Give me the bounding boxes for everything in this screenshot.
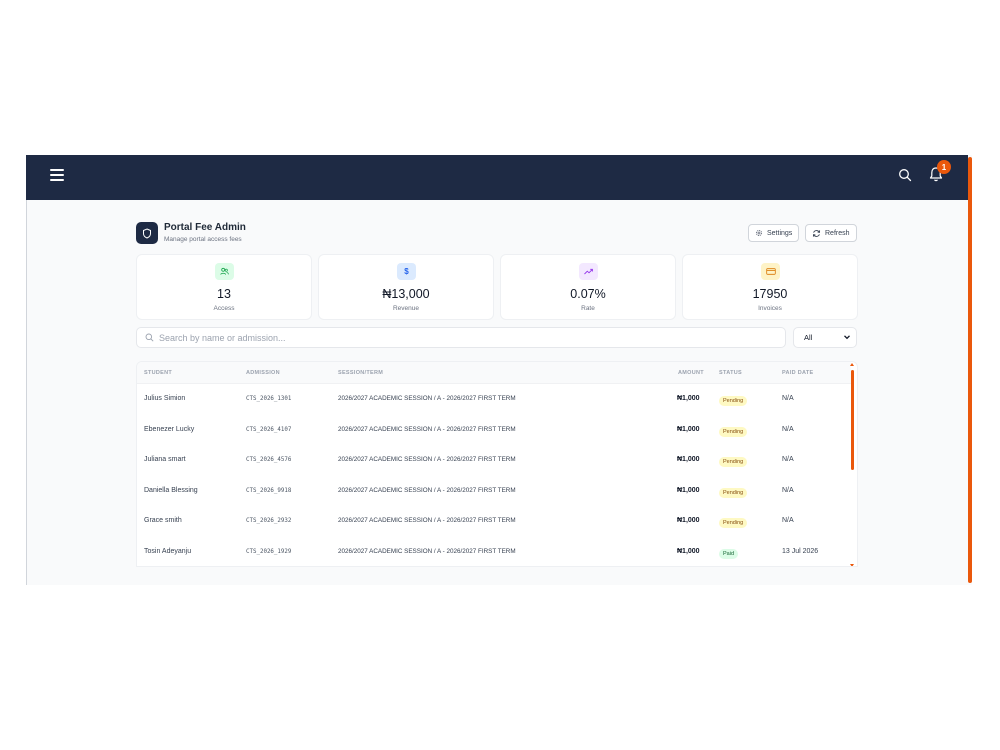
- dollar-icon: $: [397, 263, 416, 280]
- column-header-admission[interactable]: ADMISSION: [246, 370, 280, 376]
- column-header-amount[interactable]: AMOUNT: [678, 370, 704, 376]
- student-name: Julius Simion: [144, 395, 186, 402]
- shield-logo-icon: [136, 222, 158, 244]
- stat-value: 0.07%: [570, 287, 606, 301]
- column-header-status[interactable]: STATUS: [719, 370, 742, 376]
- session-term: 2026/2027 ACADEMIC SESSION / A - 2026/20…: [338, 425, 516, 433]
- student-name: Tosin Adeyanju: [144, 547, 192, 555]
- table-row[interactable]: Tosin Adeyanju CTS_2026_1929 2026/2027 A…: [137, 537, 851, 567]
- student-name: Grace smith: [144, 517, 182, 524]
- page-header: Portal Fee Admin Manage portal access fe…: [136, 220, 858, 248]
- stat-card-access: 13 Access: [136, 254, 312, 320]
- status-filter-select[interactable]: All: [793, 327, 857, 348]
- table-row[interactable]: Julius Simion CTS_2026_1301 2026/2027 AC…: [137, 384, 851, 415]
- paid-date: N/A: [782, 486, 794, 494]
- search-icon[interactable]: [898, 168, 912, 182]
- trending-up-icon: [579, 263, 598, 280]
- session-term: 2026/2027 ACADEMIC SESSION / A - 2026/20…: [338, 456, 516, 463]
- table-row[interactable]: Ebenezer Lucky CTS_2026_4107 2026/2027 A…: [137, 415, 851, 446]
- stat-card-rate: 0.07% Rate: [500, 254, 676, 320]
- admission-number: CTS_2026_1301: [246, 396, 292, 402]
- stat-label: Invoices: [758, 305, 782, 312]
- search-bar: [136, 327, 786, 348]
- status-badge: Pending: [719, 396, 748, 406]
- refresh-label: Refresh: [825, 229, 850, 237]
- amount: ₦1,000: [677, 425, 700, 433]
- column-header-paid-date[interactable]: PAID DATE: [782, 370, 814, 376]
- chevron-down-icon: [844, 335, 850, 340]
- scroll-down-arrow-icon[interactable]: [850, 564, 854, 566]
- stat-value: 13: [217, 287, 231, 301]
- admission-number: CTS_2026_4576: [246, 457, 292, 463]
- settings-button[interactable]: Settings: [748, 224, 800, 242]
- table-header: STUDENT ADMISSION SESSION/TERM AMOUNT ST…: [137, 362, 851, 384]
- stat-label: Revenue: [392, 305, 420, 312]
- admission-number: CTS_2026_2932: [246, 518, 292, 524]
- student-name: Daniella Blessing: [144, 486, 198, 494]
- refresh-icon: [812, 229, 821, 237]
- users-icon: [215, 263, 234, 280]
- menu-icon[interactable]: [50, 168, 64, 182]
- credit-card-icon: [761, 263, 780, 280]
- table-scrollbar[interactable]: [849, 362, 857, 566]
- page-title: Portal Fee Admin: [164, 222, 246, 233]
- table-row[interactable]: Daniella Blessing CTS_2026_9918 2026/202…: [137, 476, 851, 507]
- amount: ₦1,000: [677, 456, 700, 463]
- main-content: Portal Fee Admin Manage portal access fe…: [136, 220, 858, 567]
- divider: [26, 200, 27, 585]
- stat-card-revenue: $ ₦13,000 Revenue: [318, 254, 494, 320]
- admission-number: CTS_2026_4107: [246, 426, 292, 433]
- fees-table: STUDENT ADMISSION SESSION/TERM AMOUNT ST…: [136, 361, 858, 567]
- student-name: Juliana smart: [144, 456, 186, 463]
- paid-date: N/A: [782, 456, 794, 463]
- page-scrollbar[interactable]: [968, 157, 972, 583]
- session-term: 2026/2027 ACADEMIC SESSION / A - 2026/20…: [338, 395, 516, 402]
- session-term: 2026/2027 ACADEMIC SESSION / A - 2026/20…: [338, 517, 516, 524]
- top-navbar: 1: [26, 155, 968, 200]
- column-header-student[interactable]: STUDENT: [144, 370, 172, 376]
- amount: ₦1,000: [677, 547, 700, 555]
- settings-label: Settings: [767, 229, 793, 237]
- table-row[interactable]: Grace smith CTS_2026_2932 2026/2027 ACAD…: [137, 506, 851, 537]
- filter-selected-value: All: [804, 333, 813, 342]
- status-badge: Pending: [719, 518, 748, 528]
- gear-icon: [755, 229, 763, 237]
- status-badge: Pending: [719, 457, 748, 467]
- app-frame: 1 Portal Fee Admin Manage portal access …: [26, 155, 972, 585]
- paid-date: 13 Jul 2026: [782, 547, 819, 555]
- stat-label: Rate: [581, 305, 595, 312]
- admission-number: CTS_2026_9918: [246, 487, 292, 494]
- stat-label: Access: [213, 305, 235, 312]
- amount: ₦1,000: [677, 517, 700, 524]
- paid-date: N/A: [782, 425, 794, 433]
- status-badge: Pending: [719, 487, 748, 498]
- table-row[interactable]: Juliana smart CTS_2026_4576 2026/2027 AC…: [137, 445, 851, 476]
- paid-date: N/A: [782, 395, 794, 402]
- search-input[interactable]: [159, 332, 759, 343]
- notification-badge: 1: [937, 160, 951, 174]
- scroll-up-arrow-icon[interactable]: [850, 363, 854, 366]
- stats-row: 13 Access $ ₦13,000 Revenue 0.07% Rate 1…: [136, 254, 858, 320]
- paid-date: N/A: [782, 517, 794, 524]
- stat-value: ₦13,000: [382, 287, 430, 301]
- amount: ₦1,000: [677, 486, 700, 494]
- status-badge: Pending: [719, 426, 748, 437]
- amount: ₦1,000: [677, 395, 700, 402]
- session-term: 2026/2027 ACADEMIC SESSION / A - 2026/20…: [338, 486, 516, 494]
- column-header-session[interactable]: SESSION/TERM: [338, 370, 383, 376]
- stat-value: 17950: [752, 287, 788, 301]
- page-subtitle: Manage portal access fees: [164, 236, 242, 243]
- status-badge: Paid: [719, 548, 739, 559]
- refresh-button[interactable]: Refresh: [805, 224, 857, 242]
- student-name: Ebenezer Lucky: [144, 425, 195, 433]
- search-icon: [145, 333, 154, 342]
- session-term: 2026/2027 ACADEMIC SESSION / A - 2026/20…: [338, 547, 516, 555]
- scrollbar-thumb[interactable]: [851, 370, 854, 470]
- stat-card-invoices: 17950 Invoices: [682, 254, 858, 320]
- admission-number: CTS_2026_1929: [246, 548, 292, 555]
